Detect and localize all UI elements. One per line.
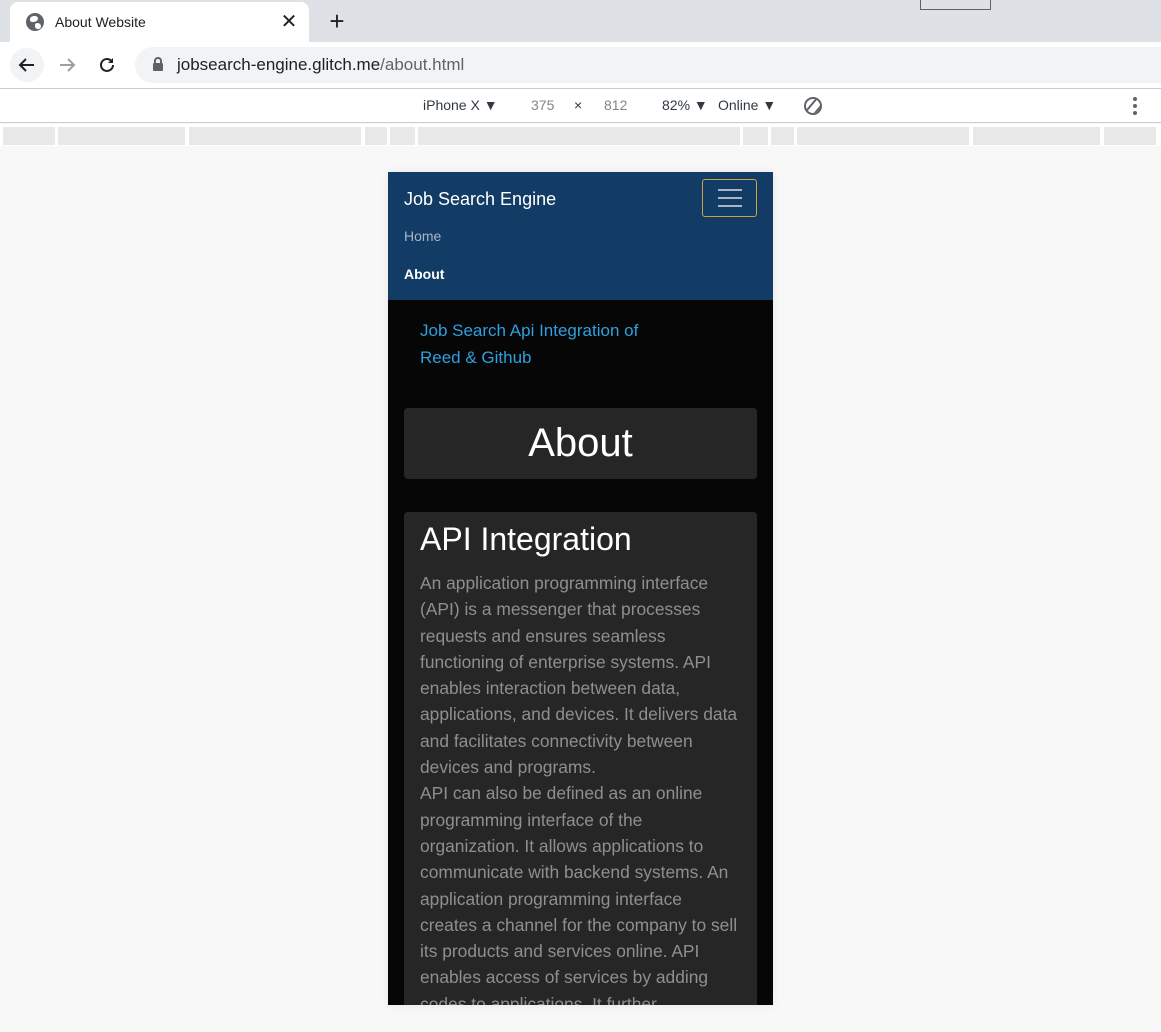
api-card: API Integration An application programmi… <box>404 512 757 1005</box>
ruler-segment[interactable] <box>365 127 387 145</box>
ruler-segment[interactable] <box>797 127 969 145</box>
height-input[interactable]: 812 <box>604 97 627 113</box>
rotate-icon[interactable] <box>804 97 822 115</box>
zoom-select[interactable]: 82% ▼ <box>662 97 708 113</box>
device-select[interactable]: iPhone X ▼ <box>423 97 498 113</box>
tab-title: About Website <box>55 14 146 30</box>
browser-toolbar: jobsearch-engine.glitch.me/about.html <box>0 42 1161 88</box>
hamburger-menu-icon[interactable] <box>702 179 757 217</box>
emulated-viewport: Job Search Engine Home About Job Search … <box>0 146 1161 1032</box>
url-text: jobsearch-engine.glitch.me/about.html <box>177 55 465 74</box>
close-tab-icon[interactable]: ✕ <box>279 12 299 32</box>
network-select[interactable]: Online ▼ <box>718 97 776 113</box>
width-input[interactable]: 375 <box>531 97 554 113</box>
ruler-segment[interactable] <box>418 127 740 145</box>
site-brand[interactable]: Job Search Engine <box>404 189 556 210</box>
about-banner: About <box>404 408 757 479</box>
ruler-segment[interactable] <box>1104 127 1156 145</box>
tab-strip: About Website ✕ + <box>0 0 1161 42</box>
browser-tab[interactable]: About Website ✕ <box>10 2 309 42</box>
globe-icon <box>26 13 44 31</box>
window-control[interactable] <box>920 0 991 10</box>
ruler-segment[interactable] <box>743 127 768 145</box>
ruler-segment[interactable] <box>3 127 55 145</box>
reload-icon <box>100 57 114 72</box>
new-tab-button[interactable]: + <box>322 6 352 36</box>
page-title: About <box>528 421 633 465</box>
times-sign: × <box>574 97 583 113</box>
ruler-segment[interactable] <box>58 127 185 145</box>
phone-screen: Job Search Engine Home About Job Search … <box>388 172 773 1005</box>
card-text: An application programming interface (AP… <box>420 573 738 1005</box>
more-options-icon[interactable] <box>1132 97 1138 115</box>
ruler-segment[interactable] <box>189 127 361 145</box>
back-button[interactable] <box>10 48 44 82</box>
media-query-ruler <box>0 124 1161 146</box>
site-navbar: Job Search Engine Home About <box>388 172 773 300</box>
nav-link-about[interactable]: About <box>404 266 444 282</box>
arrow-left-icon <box>18 58 34 72</box>
card-title: API Integration <box>420 521 632 557</box>
nav-link-home[interactable]: Home <box>404 228 441 244</box>
device-toolbar: iPhone X ▼ 375 × 812 82% ▼ Online ▼ <box>0 88 1161 123</box>
ruler-segment[interactable] <box>973 127 1100 145</box>
arrow-right-icon <box>60 58 76 72</box>
address-bar[interactable]: jobsearch-engine.glitch.me/about.html <box>135 47 1161 83</box>
page-subtitle: Job Search Api Integration of Reed & Git… <box>420 321 639 367</box>
reload-button[interactable] <box>90 48 124 82</box>
lock-icon <box>153 57 163 71</box>
ruler-segment[interactable] <box>771 127 794 145</box>
forward-button[interactable] <box>50 48 84 82</box>
ruler-segment[interactable] <box>390 127 415 145</box>
